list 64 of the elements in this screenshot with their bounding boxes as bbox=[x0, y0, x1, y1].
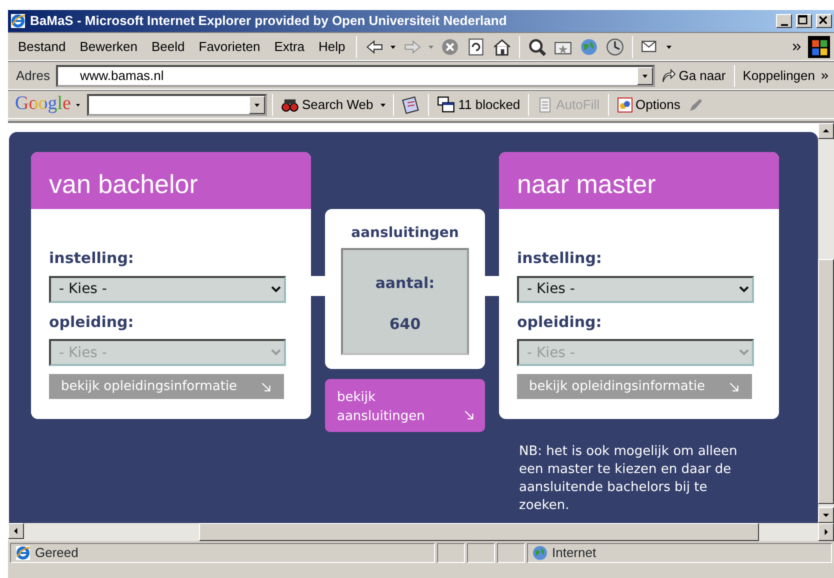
pen-icon bbox=[688, 96, 704, 112]
view-connections-button[interactable]: bekijk aansluitingen bbox=[325, 379, 485, 432]
windows-logo-icon bbox=[808, 36, 830, 58]
search-icon bbox=[528, 38, 546, 56]
card-title: naar master bbox=[499, 152, 779, 209]
globe-icon bbox=[532, 545, 548, 561]
globe-icon bbox=[580, 38, 598, 56]
chevron-icon bbox=[791, 40, 803, 52]
search-web-button[interactable]: Search Web bbox=[278, 92, 376, 116]
minimize-icon bbox=[780, 24, 788, 26]
count-value: 640 bbox=[389, 314, 421, 334]
browser-icon bbox=[10, 13, 26, 29]
page-icon bbox=[15, 545, 31, 561]
options-button[interactable]: Options bbox=[614, 92, 684, 116]
address-label: Adres bbox=[15, 66, 51, 85]
field-label: opleiding: bbox=[49, 312, 135, 332]
status-pane bbox=[467, 543, 495, 563]
clock-icon bbox=[606, 38, 624, 56]
options-icon bbox=[616, 96, 633, 112]
select-field[interactable]: - Kies - bbox=[49, 276, 286, 302]
field-label: opleiding: bbox=[517, 312, 603, 332]
form-icon bbox=[537, 96, 554, 112]
menu-item[interactable]: Favorieten bbox=[192, 34, 266, 58]
count-label: aantal: bbox=[375, 273, 435, 294]
home-icon bbox=[493, 38, 512, 56]
menu-item[interactable]: Bestand bbox=[12, 34, 72, 58]
horizontal-scrollbar[interactable] bbox=[8, 523, 834, 541]
diagonal-arrow-icon bbox=[463, 409, 475, 421]
menu-item[interactable]: Beeld bbox=[146, 34, 191, 58]
menu-item[interactable]: Bewerken bbox=[74, 34, 144, 58]
field-label: instelling: bbox=[49, 248, 135, 269]
note-text: NB: het is ook mogelijk om alleen een master te kiezen en daar de aansluitende bachelors bij te zoeken. bbox=[519, 443, 738, 515]
zone-text: Internet bbox=[552, 544, 596, 562]
search-field[interactable] bbox=[86, 94, 267, 116]
page-icon bbox=[402, 96, 420, 114]
scroll-thumb[interactable] bbox=[818, 259, 834, 504]
go-arrow-icon bbox=[660, 68, 676, 84]
dropdown-button[interactable] bbox=[248, 96, 265, 114]
links-button[interactable]: Koppelingen bbox=[740, 64, 818, 88]
maximize-button[interactable] bbox=[796, 14, 812, 28]
diagonal-arrow-icon bbox=[728, 380, 740, 392]
select-field[interactable]: - Kies - bbox=[517, 276, 754, 302]
back-arrow-icon bbox=[365, 38, 384, 56]
go-button[interactable]: Ga naar bbox=[656, 64, 729, 88]
forward-arrow-icon bbox=[403, 38, 422, 56]
status-pane bbox=[437, 543, 465, 563]
popup-blocker-button[interactable]: 11 blocked bbox=[434, 92, 524, 116]
dropdown-button[interactable] bbox=[636, 66, 653, 84]
vertical-scrollbar[interactable] bbox=[818, 123, 834, 523]
refresh-icon bbox=[467, 38, 486, 56]
status-pane bbox=[497, 543, 525, 563]
close-button[interactable] bbox=[816, 14, 832, 28]
stop-icon bbox=[441, 38, 460, 56]
address-field[interactable]: www.bamas.nl bbox=[56, 64, 655, 86]
field-label: instelling: bbox=[517, 248, 603, 269]
window-title: BaMaS - Microsoft Internet Explorer provided by Open Universiteit Nederland bbox=[30, 12, 508, 30]
status-text: Gereed bbox=[35, 544, 78, 562]
minimize-button[interactable] bbox=[776, 14, 792, 28]
counter-title: aansluitingen bbox=[350, 224, 460, 243]
card-title: van bachelor bbox=[31, 152, 311, 209]
menu-item[interactable]: Extra bbox=[268, 34, 311, 58]
windows-icon bbox=[437, 96, 456, 114]
diagonal-arrow-icon bbox=[260, 380, 272, 392]
menu-item[interactable]: Help bbox=[312, 34, 352, 58]
